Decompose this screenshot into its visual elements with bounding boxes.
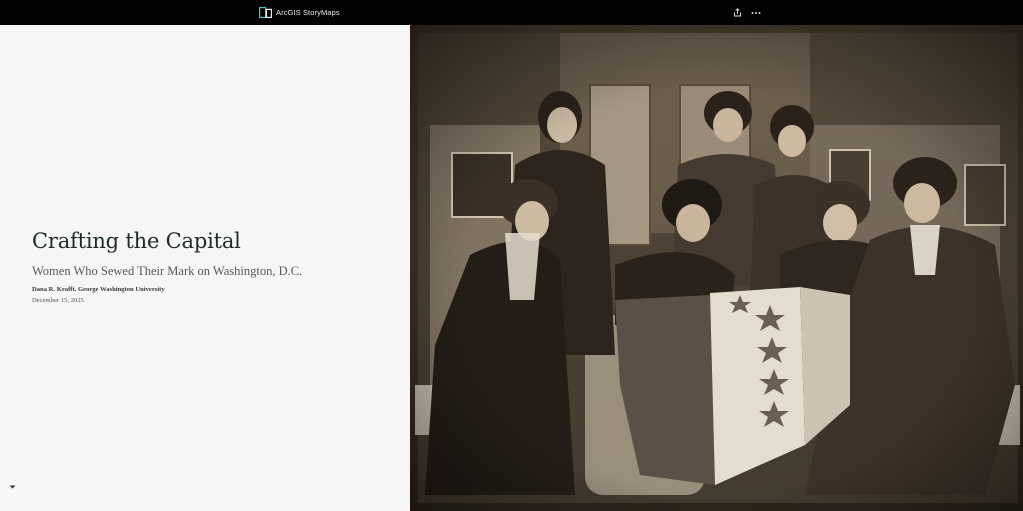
caret-down-icon[interactable] (8, 484, 17, 490)
more-options-icon[interactable] (751, 11, 761, 15)
brand[interactable]: ArcGIS StoryMaps (259, 6, 340, 19)
header-actions (733, 6, 761, 19)
story-byline: Dana R. Krafft, George Washington Univer… (32, 286, 165, 293)
storymaps-logo-icon (259, 7, 272, 18)
top-bar: ArcGIS StoryMaps (0, 0, 1023, 25)
story-title: Crafting the Capital (32, 229, 241, 253)
story-date: December 15, 2025 (32, 297, 84, 304)
share-icon[interactable] (733, 8, 742, 17)
brand-name: ArcGIS StoryMaps (276, 8, 340, 17)
cover-image (410, 25, 1023, 511)
historic-photo-women-sewing-flag (410, 25, 1023, 511)
story-subtitle: Women Who Sewed Their Mark on Washington… (32, 264, 303, 278)
